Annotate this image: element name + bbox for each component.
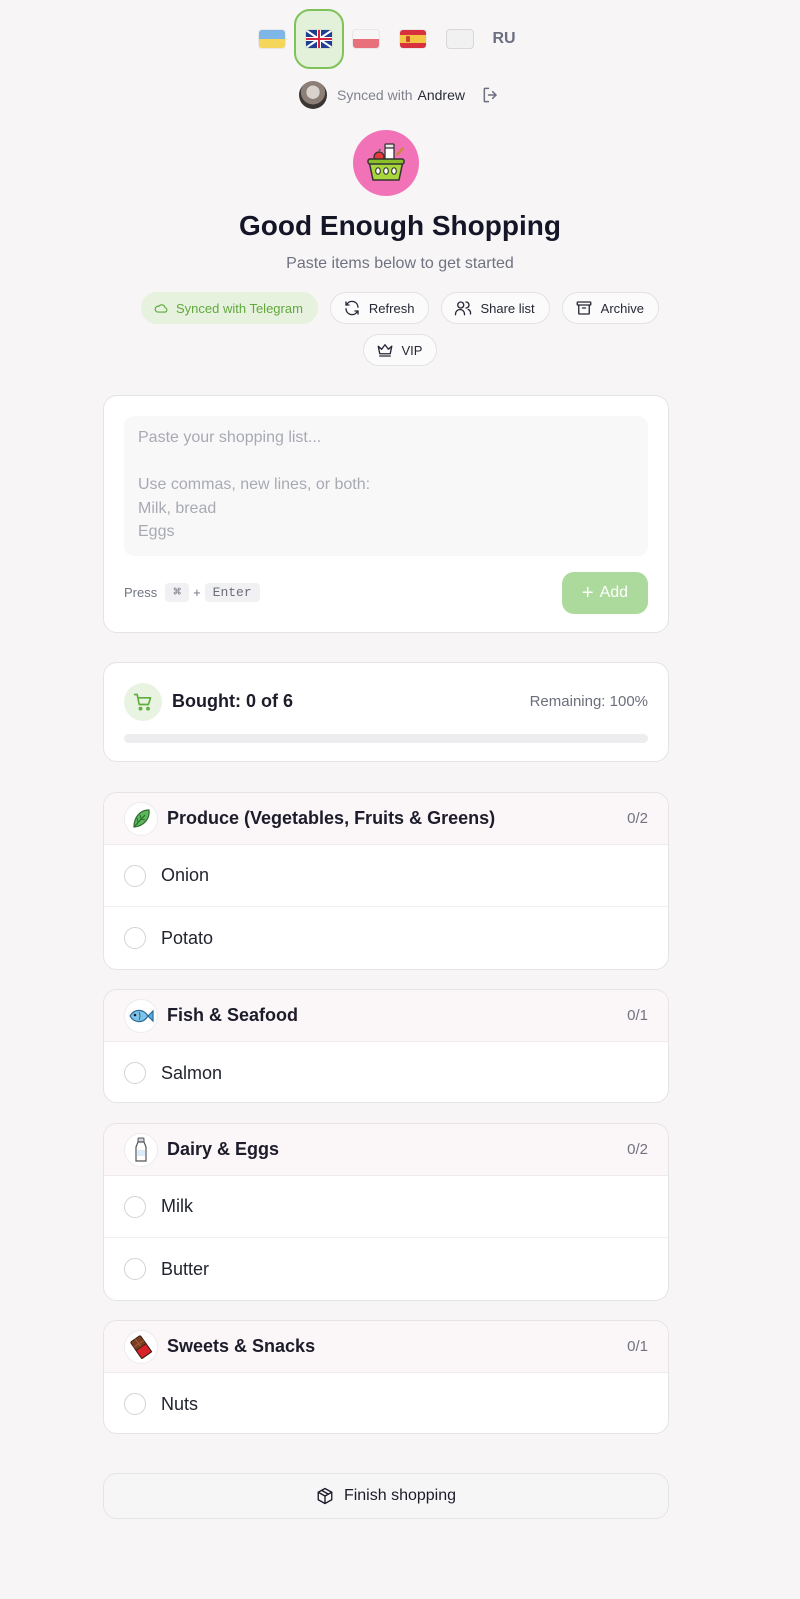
language-option-es[interactable] [387,8,439,70]
share-list-label: Share list [480,300,535,316]
milk-bottle-icon [124,1132,158,1167]
hint-press: Press [124,585,158,600]
app-logo [353,130,419,196]
item-name: Milk [161,1196,193,1216]
shopping-list-input[interactable] [124,416,648,556]
language-label-ru: RU [492,30,516,47]
item-name: Onion [161,865,210,885]
cloud-icon [154,304,168,313]
item-checkbox[interactable] [124,1393,146,1415]
hint-plus: + [193,585,201,600]
refresh-icon [345,300,359,316]
category-count: 0/2 [627,1141,648,1158]
language-option-ua[interactable] [246,8,298,70]
action-toolbar: Synced with Telegram Refresh Share list … [0,292,800,324]
category-header: Sweets & Snacks 0/1 [104,1321,668,1373]
leafy-greens-icon [124,801,158,836]
category-header: Dairy & Eggs 0/2 [104,1124,668,1176]
finish-shopping-button[interactable]: Finish shopping [103,1473,669,1519]
progress-bar [124,734,648,743]
language-option-pl[interactable] [340,8,392,70]
archive-label: Archive [600,300,645,316]
language-option-gb[interactable] [293,8,345,70]
item-name: Nuts [161,1393,199,1414]
add-button[interactable]: + Add [562,572,648,614]
item-name: Potato [161,927,214,948]
item-checkbox[interactable] [124,1195,146,1218]
item-checkbox[interactable] [124,864,146,887]
hint-key-enter: Enter [204,583,260,602]
bought-count: Bought: 0 of 6 [172,691,293,711]
item-name: Butter [161,1258,210,1279]
sync-text: Synced with [337,87,413,103]
add-items-card: Press ⌘ + Enter + Add [103,395,669,633]
category-name: Produce (Vegetables, Fruits & Greens) [167,808,496,828]
category-name: Fish & Seafood [167,1005,299,1025]
package-icon [317,1487,333,1505]
list-item[interactable]: Butter [104,1238,668,1300]
progress-card: Bought: 0 of 6 Remaining: 100% [103,662,669,762]
hint-key-cmd: ⌘ [165,583,190,602]
synced-telegram-badge: Synced with Telegram [140,292,318,324]
category-count: 0/1 [627,1338,648,1355]
cart-badge [124,683,162,721]
refresh-label: Refresh [368,300,415,316]
sync-user-name: Andrew [417,87,465,103]
item-checkbox[interactable] [124,1258,146,1280]
archive-button[interactable]: Archive [561,292,660,324]
category-name: Sweets & Snacks [167,1336,316,1356]
synced-telegram-label: Synced with Telegram [175,300,303,316]
finish-shopping-label: Finish shopping [343,1487,457,1504]
list-item[interactable]: Potato [104,907,668,969]
language-selector: RU [0,8,800,70]
sync-status: Synced with Andrew [0,80,800,110]
category-count: 0/2 [627,810,648,827]
add-label: Add [599,584,629,601]
category-name: Dairy & Eggs [167,1139,280,1159]
plus-icon: + [581,582,594,604]
category-count: 0/1 [627,1007,648,1024]
language-option-ru[interactable]: RU [478,8,530,70]
item-checkbox[interactable] [124,927,146,949]
category-card-produce: Produce (Vegetables, Fruits & Greens) 0/… [103,792,669,970]
fish-icon [124,998,158,1033]
logout-icon[interactable] [481,85,501,105]
avatar [299,81,328,109]
category-card-sweets: Sweets & Snacks 0/1 Nuts [103,1320,669,1434]
category-card-fish: Fish & Seafood 0/1 Salmon [103,989,669,1103]
vip-button[interactable]: VIP [362,334,438,366]
page-title: Good Enough Shopping [239,210,561,241]
white-flag-icon [447,30,473,48]
share-list-button[interactable]: Share list [441,292,550,324]
list-item[interactable]: Nuts [104,1373,668,1433]
category-header: Fish & Seafood 0/1 [104,990,668,1042]
archive-icon [576,301,592,315]
users-icon [455,301,472,316]
vip-row: VIP [0,334,800,366]
item-checkbox[interactable] [124,1062,146,1084]
refresh-button[interactable]: Refresh [329,292,430,324]
cart-icon [133,693,152,711]
category-card-dairy: Dairy & Eggs 0/2 Milk Butter [103,1123,669,1301]
remaining-percent: Remaining: 100% [529,693,648,710]
chocolate-bar-icon [124,1329,158,1364]
list-item[interactable]: Milk [104,1176,668,1238]
shopping-basket-icon [367,143,405,181]
shortcut-hint: Press ⌘ + Enter [124,583,264,602]
item-name: Salmon [161,1062,223,1083]
spain-flag-icon [400,30,426,48]
uk-flag-icon [306,30,332,48]
ukraine-flag-icon [259,30,285,48]
poland-flag-icon [353,30,379,48]
list-item[interactable]: Salmon [104,1042,668,1102]
list-item[interactable]: Onion [104,845,668,907]
vip-label: VIP [401,342,423,358]
page-subtitle: Paste items below to get started [286,255,514,272]
crown-icon [377,344,392,357]
category-header: Produce (Vegetables, Fruits & Greens) 0/… [104,793,668,845]
